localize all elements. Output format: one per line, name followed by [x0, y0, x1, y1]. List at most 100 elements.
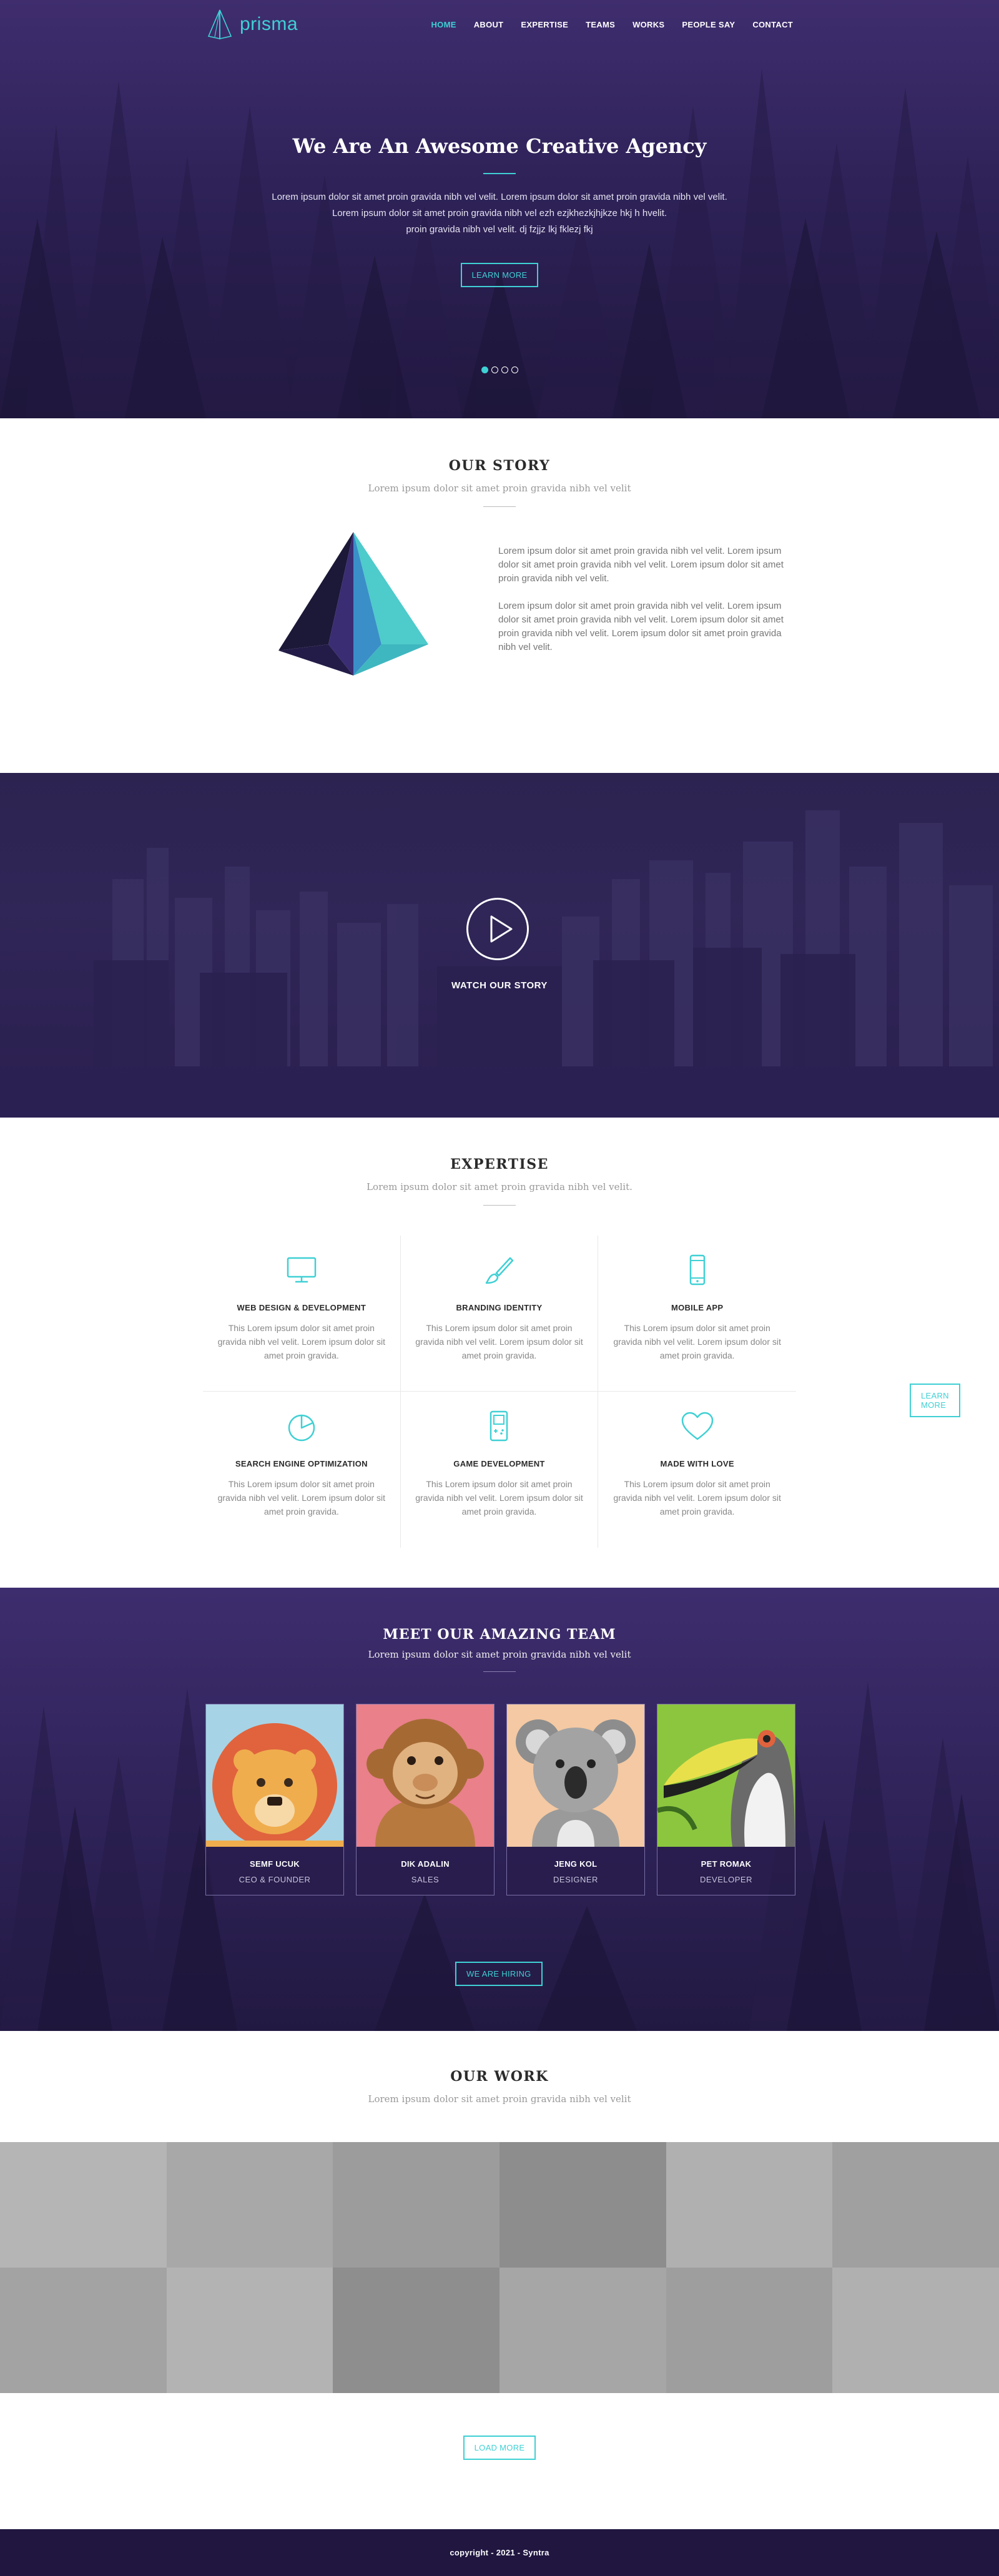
expertise-item: SEARCH ENGINE OPTIMIZATION This Lorem ip…: [203, 1392, 401, 1548]
portfolio-tile[interactable]: [0, 2142, 167, 2268]
pie-chart-icon: [288, 1414, 315, 1442]
team-member-role: DEVELOPER: [700, 1875, 752, 1884]
team-member-role: CEO & FOUNDER: [239, 1875, 311, 1884]
portfolio-tile[interactable]: [666, 2268, 833, 2393]
footer: copyright - 2021 - Syntra: [0, 2529, 999, 2576]
hiring-button[interactable]: WE ARE HIRING: [455, 1962, 543, 1986]
expertise-item-text: This Lorem ipsum dolor sit amet proin gr…: [415, 1479, 583, 1517]
expertise-divider: [483, 1205, 516, 1206]
work-subtitle: Lorem ipsum dolor sit amet proin gravida…: [368, 2093, 631, 2105]
brush-icon: [486, 1257, 514, 1284]
pyramid-illustration: [278, 532, 428, 676]
expertise-item: MADE WITH LOVE This Lorem ipsum dolor si…: [598, 1392, 796, 1548]
story-paragraph: Lorem ipsum dolor sit amet proin gravida…: [498, 546, 784, 584]
team-divider: [483, 1671, 516, 1672]
portfolio-tile[interactable]: [0, 2268, 167, 2393]
expertise-item-text: This Lorem ipsum dolor sit amet proin gr…: [613, 1479, 781, 1517]
story-learn-more-button[interactable]: LEARN MORE: [910, 1384, 960, 1417]
portfolio-tile[interactable]: [166, 2142, 333, 2268]
expertise-item-title: GAME DEVELOPMENT: [453, 1459, 545, 1468]
expertise-item: GAME DEVELOPMENT This Lorem ipsum dolor …: [401, 1392, 599, 1548]
hero-title: We Are An Awesome Creative Agency: [292, 134, 707, 158]
nav-works[interactable]: WORKS: [632, 20, 664, 29]
expertise-title: EXPERTISE: [450, 1156, 549, 1172]
expertise-item-text: This Lorem ipsum dolor sit amet proin gr…: [415, 1323, 583, 1360]
smartphone-icon: [689, 1254, 705, 1286]
nav-about[interactable]: ABOUT: [474, 20, 504, 29]
expertise-item-text: This Lorem ipsum dolor sit amet proin gr…: [217, 1323, 386, 1360]
play-icon: [490, 915, 513, 943]
play-button[interactable]: [466, 898, 529, 960]
load-more-wrap: LOAD MORE: [0, 2436, 999, 2460]
portfolio-tile[interactable]: [832, 2142, 999, 2268]
prism-logo-icon: [207, 9, 232, 39]
expertise-item-title: SEARCH ENGINE OPTIMIZATION: [235, 1459, 368, 1468]
heart-icon: [681, 1412, 713, 1440]
hero-text-line: Lorem ipsum dolor sit amet proin gravida…: [332, 208, 667, 219]
hero-divider: [483, 173, 516, 174]
nav-menu: HOME ABOUT EXPERTISE TEAMS WORKS PEOPLE …: [431, 20, 793, 29]
expertise-item-title: BRANDING IDENTITY: [456, 1303, 543, 1312]
expertise-subtitle: Lorem ipsum dolor sit amet proin gravida…: [367, 1181, 632, 1192]
expertise-item-text: This Lorem ipsum dolor sit amet proin gr…: [613, 1323, 781, 1360]
story-body: Lorem ipsum dolor sit amet proin gravida…: [0, 507, 999, 694]
team-member-name: PET ROMAK: [701, 1859, 752, 1869]
team-card[interactable]: DIK ADALIN SALES: [356, 1704, 495, 1895]
story-text: Lorem ipsum dolor sit amet proin gravida…: [498, 544, 789, 654]
team-header: MEET OUR AMAZING TEAM Lorem ipsum dolor …: [0, 1626, 999, 1672]
nav-home[interactable]: HOME: [431, 20, 456, 29]
work-title: OUR WORK: [450, 2068, 549, 2085]
toucan-icon: [657, 1704, 795, 1847]
nav-expertise[interactable]: EXPERTISE: [521, 20, 568, 29]
hero-text-line: Lorem ipsum dolor sit amet proin gravida…: [272, 192, 727, 202]
koala-icon: [507, 1704, 644, 1847]
portfolio-tile[interactable]: [333, 2142, 500, 2268]
story-paragraph: Lorem ipsum dolor sit amet proin gravida…: [498, 601, 784, 652]
expertise-item: WEB DESIGN & DEVELOPMENT This Lorem ipsu…: [203, 1236, 401, 1392]
story-subtitle: Lorem ipsum dolor sit amet proin gravida…: [368, 483, 631, 494]
nav-contact[interactable]: CONTACT: [752, 20, 793, 29]
story-section: OUR STORY Lorem ipsum dolor sit amet pro…: [0, 418, 999, 1417]
nav-teams[interactable]: TEAMS: [586, 20, 615, 29]
team-member-name: JENG KOL: [554, 1859, 598, 1869]
expertise-grid: WEB DESIGN & DEVELOPMENT This Lorem ipsu…: [203, 1236, 796, 1548]
work-section: OUR WORK Lorem ipsum dolor sit amet proi…: [0, 2031, 999, 2529]
logo[interactable]: prisma: [206, 9, 298, 40]
watch-story-label: WATCH OUR STORY: [451, 980, 548, 991]
video-section: WATCH OUR STORY: [0, 773, 999, 1118]
logo-text: prisma: [240, 14, 298, 34]
expertise-item-title: MOBILE APP: [671, 1303, 724, 1312]
portfolio-tile[interactable]: [832, 2268, 999, 2393]
team-member-role: SALES: [411, 1875, 440, 1884]
slider-dot[interactable]: [501, 366, 508, 373]
expertise-item-title: MADE WITH LOVE: [660, 1459, 734, 1468]
portfolio-tile[interactable]: [499, 2268, 666, 2393]
team-subtitle: Lorem ipsum dolor sit amet proin gravida…: [368, 1649, 631, 1660]
portfolio-tile[interactable]: [333, 2268, 500, 2393]
slider-dot[interactable]: [511, 366, 518, 373]
slider-dot[interactable]: [481, 366, 488, 373]
nav-people-say[interactable]: PEOPLE SAY: [682, 20, 735, 29]
team-cards: SEMF UCUK CEO & FOUNDER DIK ADALIN SALES: [205, 1704, 795, 1895]
hero-section: prisma HOME ABOUT EXPERTISE TEAMS WORKS …: [0, 0, 999, 418]
team-title: MEET OUR AMAZING TEAM: [383, 1626, 616, 1643]
load-more-button[interactable]: LOAD MORE: [463, 2436, 536, 2460]
portfolio-tile[interactable]: [666, 2142, 833, 2268]
story-title: OUR STORY: [448, 458, 551, 474]
gameboy-icon: [490, 1410, 508, 1442]
portfolio-tile[interactable]: [499, 2142, 666, 2268]
expertise-item: MOBILE APP This Lorem ipsum dolor sit am…: [598, 1236, 796, 1392]
team-card[interactable]: PET ROMAK DEVELOPER: [657, 1704, 795, 1895]
team-card[interactable]: SEMF UCUK CEO & FOUNDER: [205, 1704, 344, 1895]
expertise-item-title: WEB DESIGN & DEVELOPMENT: [237, 1303, 367, 1312]
hero-text: Lorem ipsum dolor sit amet proin gravida…: [237, 189, 762, 238]
top-navigation: prisma HOME ABOUT EXPERTISE TEAMS WORKS …: [0, 0, 999, 50]
slider-dot[interactable]: [491, 366, 498, 373]
hero-content: We Are An Awesome Creative Agency Lorem …: [0, 134, 999, 287]
portfolio-tile[interactable]: [166, 2268, 333, 2393]
team-card[interactable]: JENG KOL DESIGNER: [506, 1704, 645, 1895]
slider-dots: [0, 366, 999, 373]
team-member-name: DIK ADALIN: [401, 1859, 450, 1869]
hero-learn-more-button[interactable]: LEARN MORE: [460, 263, 539, 287]
team-member-name: SEMF UCUK: [250, 1859, 300, 1869]
